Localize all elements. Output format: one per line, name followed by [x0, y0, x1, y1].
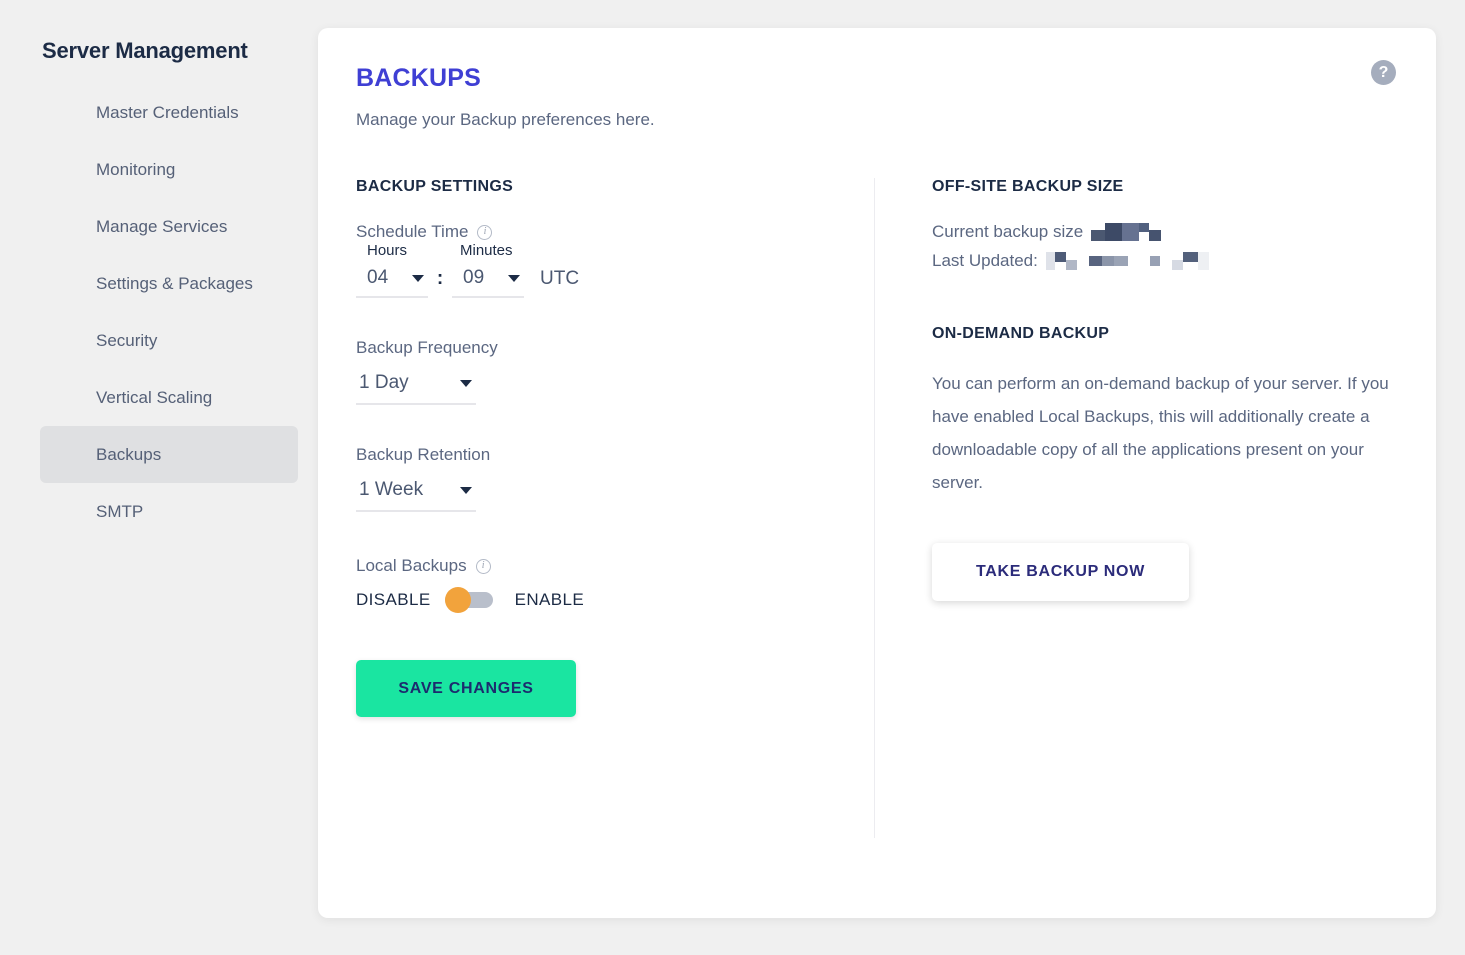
local-backups-toggle[interactable]: [444, 587, 493, 613]
sidebar-item-label: Vertical Scaling: [96, 387, 213, 407]
local-backups-group: Local Backups i DISABLE ENABLE: [356, 556, 856, 613]
current-backup-size-value-redacted: [1091, 223, 1162, 241]
minutes-header: Minutes: [460, 242, 513, 259]
offsite-backup-heading: OFF-SITE BACKUP SIZE: [932, 178, 1124, 195]
sidebar-item-label: Settings & Packages: [96, 273, 253, 293]
backups-card: BACKUPS Manage your Backup preferences h…: [318, 28, 1436, 918]
local-backups-label: Local Backups i: [356, 556, 856, 576]
sidebar-item-master-credentials[interactable]: Master Credentials: [40, 84, 298, 141]
chevron-down-icon: [460, 379, 472, 387]
sidebar-item-security[interactable]: Security: [40, 312, 298, 369]
app-root: Server Management Master Credentials Mon…: [0, 0, 1465, 955]
chevron-down-icon: [508, 274, 520, 282]
hours-header: Hours: [367, 242, 408, 259]
sidebar-item-label: SMTP: [96, 501, 144, 521]
current-backup-size-row: Current backup size: [932, 222, 1396, 242]
sidebar-item-label: Monitoring: [96, 159, 176, 179]
sidebar: Server Management Master Credentials Mon…: [0, 0, 318, 955]
sidebar-item-manage-services[interactable]: Manage Services: [40, 198, 298, 255]
sidebar-title: Server Management: [42, 38, 248, 63]
toggle-off-label: DISABLE: [356, 590, 431, 609]
backup-frequency-label: Backup Frequency: [356, 338, 856, 358]
schedule-time-group: Schedule Time i Hours Minutes 04 : 09 UT…: [356, 222, 856, 298]
ondemand-backup-description: You can perform an on-demand backup of y…: [932, 374, 1389, 492]
info-icon[interactable]: i: [477, 224, 493, 240]
hours-select[interactable]: 04: [356, 267, 428, 298]
take-backup-now-button[interactable]: TAKE BACKUP NOW: [932, 543, 1189, 601]
backup-retention-group: Backup Retention 1 Week: [356, 445, 856, 512]
backup-frequency-group: Backup Frequency 1 Day: [356, 338, 856, 405]
last-updated-row: Last Updated:: [932, 251, 1396, 271]
sidebar-item-settings-packages[interactable]: Settings & Packages: [40, 255, 298, 312]
backup-retention-select[interactable]: 1 Week: [356, 479, 476, 512]
time-header-spacer: [428, 242, 452, 259]
backup-retention-value: 1 Week: [359, 479, 424, 500]
content-columns: BACKUP SETTINGS Schedule Time i Hours Mi…: [318, 178, 1436, 838]
sidebar-item-label: Master Credentials: [96, 102, 239, 122]
sidebar-item-label: Security: [96, 330, 158, 350]
minutes-value: 09: [463, 267, 485, 288]
ondemand-backup-heading: ON-DEMAND BACKUP: [932, 325, 1110, 342]
page-title: BACKUPS: [356, 64, 482, 92]
schedule-time-label-text: Schedule Time: [356, 222, 469, 241]
schedule-time-row: 04 : 09 UTC: [356, 267, 856, 298]
minutes-select[interactable]: 09: [452, 267, 524, 298]
hours-value: 04: [367, 267, 389, 288]
chevron-down-icon: [460, 486, 472, 494]
column-divider: [874, 178, 875, 838]
chevron-down-icon: [412, 274, 424, 282]
backup-settings-column: BACKUP SETTINGS Schedule Time i Hours Mi…: [356, 178, 876, 717]
card-header: BACKUPS Manage your Backup preferences h…: [318, 28, 1436, 130]
toggle-on-label: ENABLE: [514, 590, 585, 609]
backup-frequency-label-text: Backup Frequency: [356, 338, 498, 357]
backup-settings-heading: BACKUP SETTINGS: [356, 178, 514, 195]
schedule-time-label: Schedule Time i: [356, 222, 856, 242]
sidebar-item-vertical-scaling[interactable]: Vertical Scaling: [40, 369, 298, 426]
question-mark-icon[interactable]: ?: [1371, 60, 1396, 85]
backup-frequency-select[interactable]: 1 Day: [356, 372, 476, 405]
current-backup-size-label: Current backup size: [932, 222, 1084, 241]
timezone-label: UTC: [540, 268, 580, 289]
sidebar-item-label: Backups: [96, 444, 162, 464]
local-backups-toggle-row: DISABLE ENABLE: [356, 587, 856, 613]
sidebar-item-backups[interactable]: Backups: [40, 426, 298, 483]
last-updated-value-redacted: [1045, 252, 1209, 270]
time-separator: :: [436, 268, 444, 289]
offsite-backup-column: OFF-SITE BACKUP SIZE Current backup size…: [876, 178, 1396, 717]
sidebar-nav-list: Master Credentials Monitoring Manage Ser…: [0, 84, 318, 540]
sidebar-item-label: Manage Services: [96, 216, 228, 236]
backup-frequency-value: 1 Day: [359, 372, 409, 393]
last-updated-label: Last Updated:: [932, 251, 1038, 270]
toggle-knob: [444, 587, 471, 613]
backup-retention-label-text: Backup Retention: [356, 445, 491, 464]
info-icon[interactable]: i: [475, 558, 491, 574]
backup-retention-label: Backup Retention: [356, 445, 856, 465]
local-backups-label-text: Local Backups: [356, 556, 467, 575]
sidebar-item-monitoring[interactable]: Monitoring: [40, 141, 298, 198]
save-changes-button[interactable]: SAVE CHANGES: [356, 660, 576, 717]
time-column-headers: Hours Minutes: [356, 242, 856, 259]
page-subtitle: Manage your Backup preferences here.: [356, 110, 655, 129]
sidebar-item-smtp[interactable]: SMTP: [40, 483, 298, 540]
